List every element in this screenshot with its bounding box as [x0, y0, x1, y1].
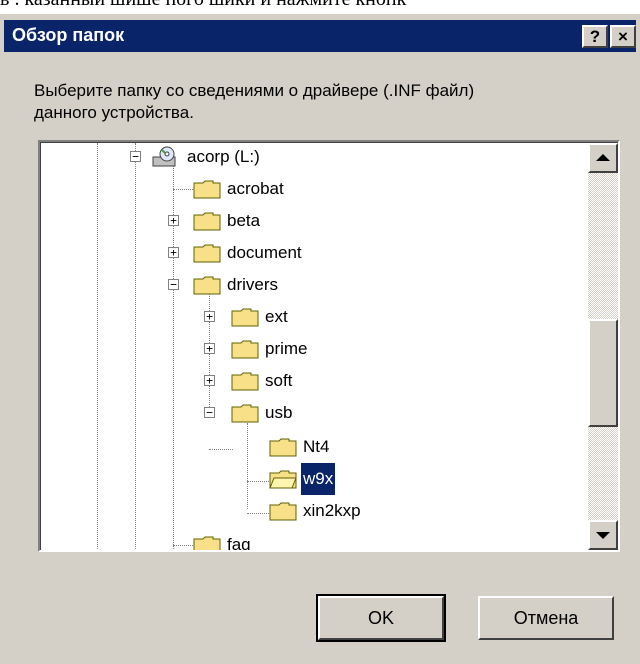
folder-open-icon	[193, 276, 221, 295]
tree-item-soft[interactable]: + soft	[41, 365, 591, 397]
tree-item-label: faq	[227, 535, 251, 552]
scroll-down-button[interactable]	[588, 520, 618, 550]
folder-tree[interactable]: − acorp (L:) acrobat + beta + document −…	[38, 140, 620, 552]
title-bar: Обзор папок ? ×	[4, 20, 636, 52]
tree-item-document[interactable]: + document	[41, 237, 591, 269]
expand-toggle[interactable]: +	[204, 311, 215, 322]
tree-item-label: w9x	[299, 462, 337, 496]
help-button[interactable]: ?	[582, 25, 608, 48]
ok-button[interactable]: OK	[316, 594, 446, 642]
tree-item-drivers[interactable]: − drivers	[41, 269, 591, 301]
arrow-up-icon	[596, 154, 610, 161]
folder-icon	[193, 536, 221, 550]
folder-icon	[193, 180, 221, 199]
folder-icon	[193, 244, 221, 263]
tree-item-label: usb	[265, 403, 293, 422]
tree-item-beta[interactable]: + beta	[41, 205, 591, 237]
tree-item-acrobat[interactable]: acrobat	[41, 173, 591, 205]
close-button[interactable]: ×	[610, 25, 636, 48]
folder-icon	[231, 372, 259, 391]
tree-item-label: acrobat	[227, 179, 284, 198]
tree-item-label: acorp (L:)	[187, 147, 260, 166]
folder-icon	[193, 212, 221, 231]
tree-item-w9x[interactable]: w9x	[41, 462, 591, 496]
dialog-title: Обзор папок	[12, 25, 125, 45]
scrollbar-thumb[interactable]	[588, 319, 618, 427]
tree-item-label: beta	[227, 211, 261, 230]
vertical-scrollbar[interactable]	[588, 143, 618, 550]
cd-drive-icon	[152, 146, 176, 167]
cancel-button[interactable]: Отмена	[478, 596, 614, 640]
tree-item-label: ext	[265, 307, 288, 326]
tree-item-usb[interactable]: − usb	[41, 397, 591, 429]
folder-open-icon	[231, 404, 259, 423]
expand-toggle[interactable]: +	[168, 215, 179, 226]
browse-folder-dialog: Обзор папок ? × Выберите папку со сведен…	[0, 14, 640, 664]
instruction-text: Выберите папку со сведениями о драйвере …	[34, 81, 475, 122]
tree-item-label: soft	[265, 371, 293, 390]
tree-item-xin2kxp[interactable]: xin2kxp	[41, 495, 591, 527]
collapse-toggle[interactable]: −	[204, 407, 215, 418]
collapse-toggle[interactable]: −	[168, 279, 179, 290]
tree-item-label: xin2kxp	[303, 501, 361, 520]
tree-item-label: Nt4	[303, 437, 330, 456]
tree-item-ext[interactable]: + ext	[41, 301, 591, 333]
tree-item-label: drivers	[227, 275, 279, 294]
tree-item-prime[interactable]: + prime	[41, 333, 591, 365]
expand-toggle[interactable]: +	[168, 247, 179, 258]
tree-item-label: document	[227, 243, 302, 262]
collapse-toggle[interactable]: −	[130, 151, 141, 162]
scroll-up-button[interactable]	[588, 143, 618, 173]
background-document-text: в . казанный шише пого шики и нажмите кн…	[0, 0, 640, 10]
folder-icon	[269, 438, 297, 457]
arrow-down-icon	[596, 532, 610, 539]
tree-item-label: prime	[265, 339, 308, 358]
folder-icon	[231, 308, 259, 327]
folder-open-icon	[269, 470, 297, 489]
folder-icon	[231, 340, 259, 359]
expand-toggle[interactable]: +	[204, 343, 215, 354]
tree-item-faq[interactable]: faq	[41, 529, 591, 552]
expand-toggle[interactable]: +	[204, 375, 215, 386]
folder-icon	[269, 502, 297, 521]
tree-item-nt4[interactable]: Nt4	[41, 431, 591, 463]
tree-item-acorp[interactable]: − acorp (L:)	[41, 142, 591, 173]
